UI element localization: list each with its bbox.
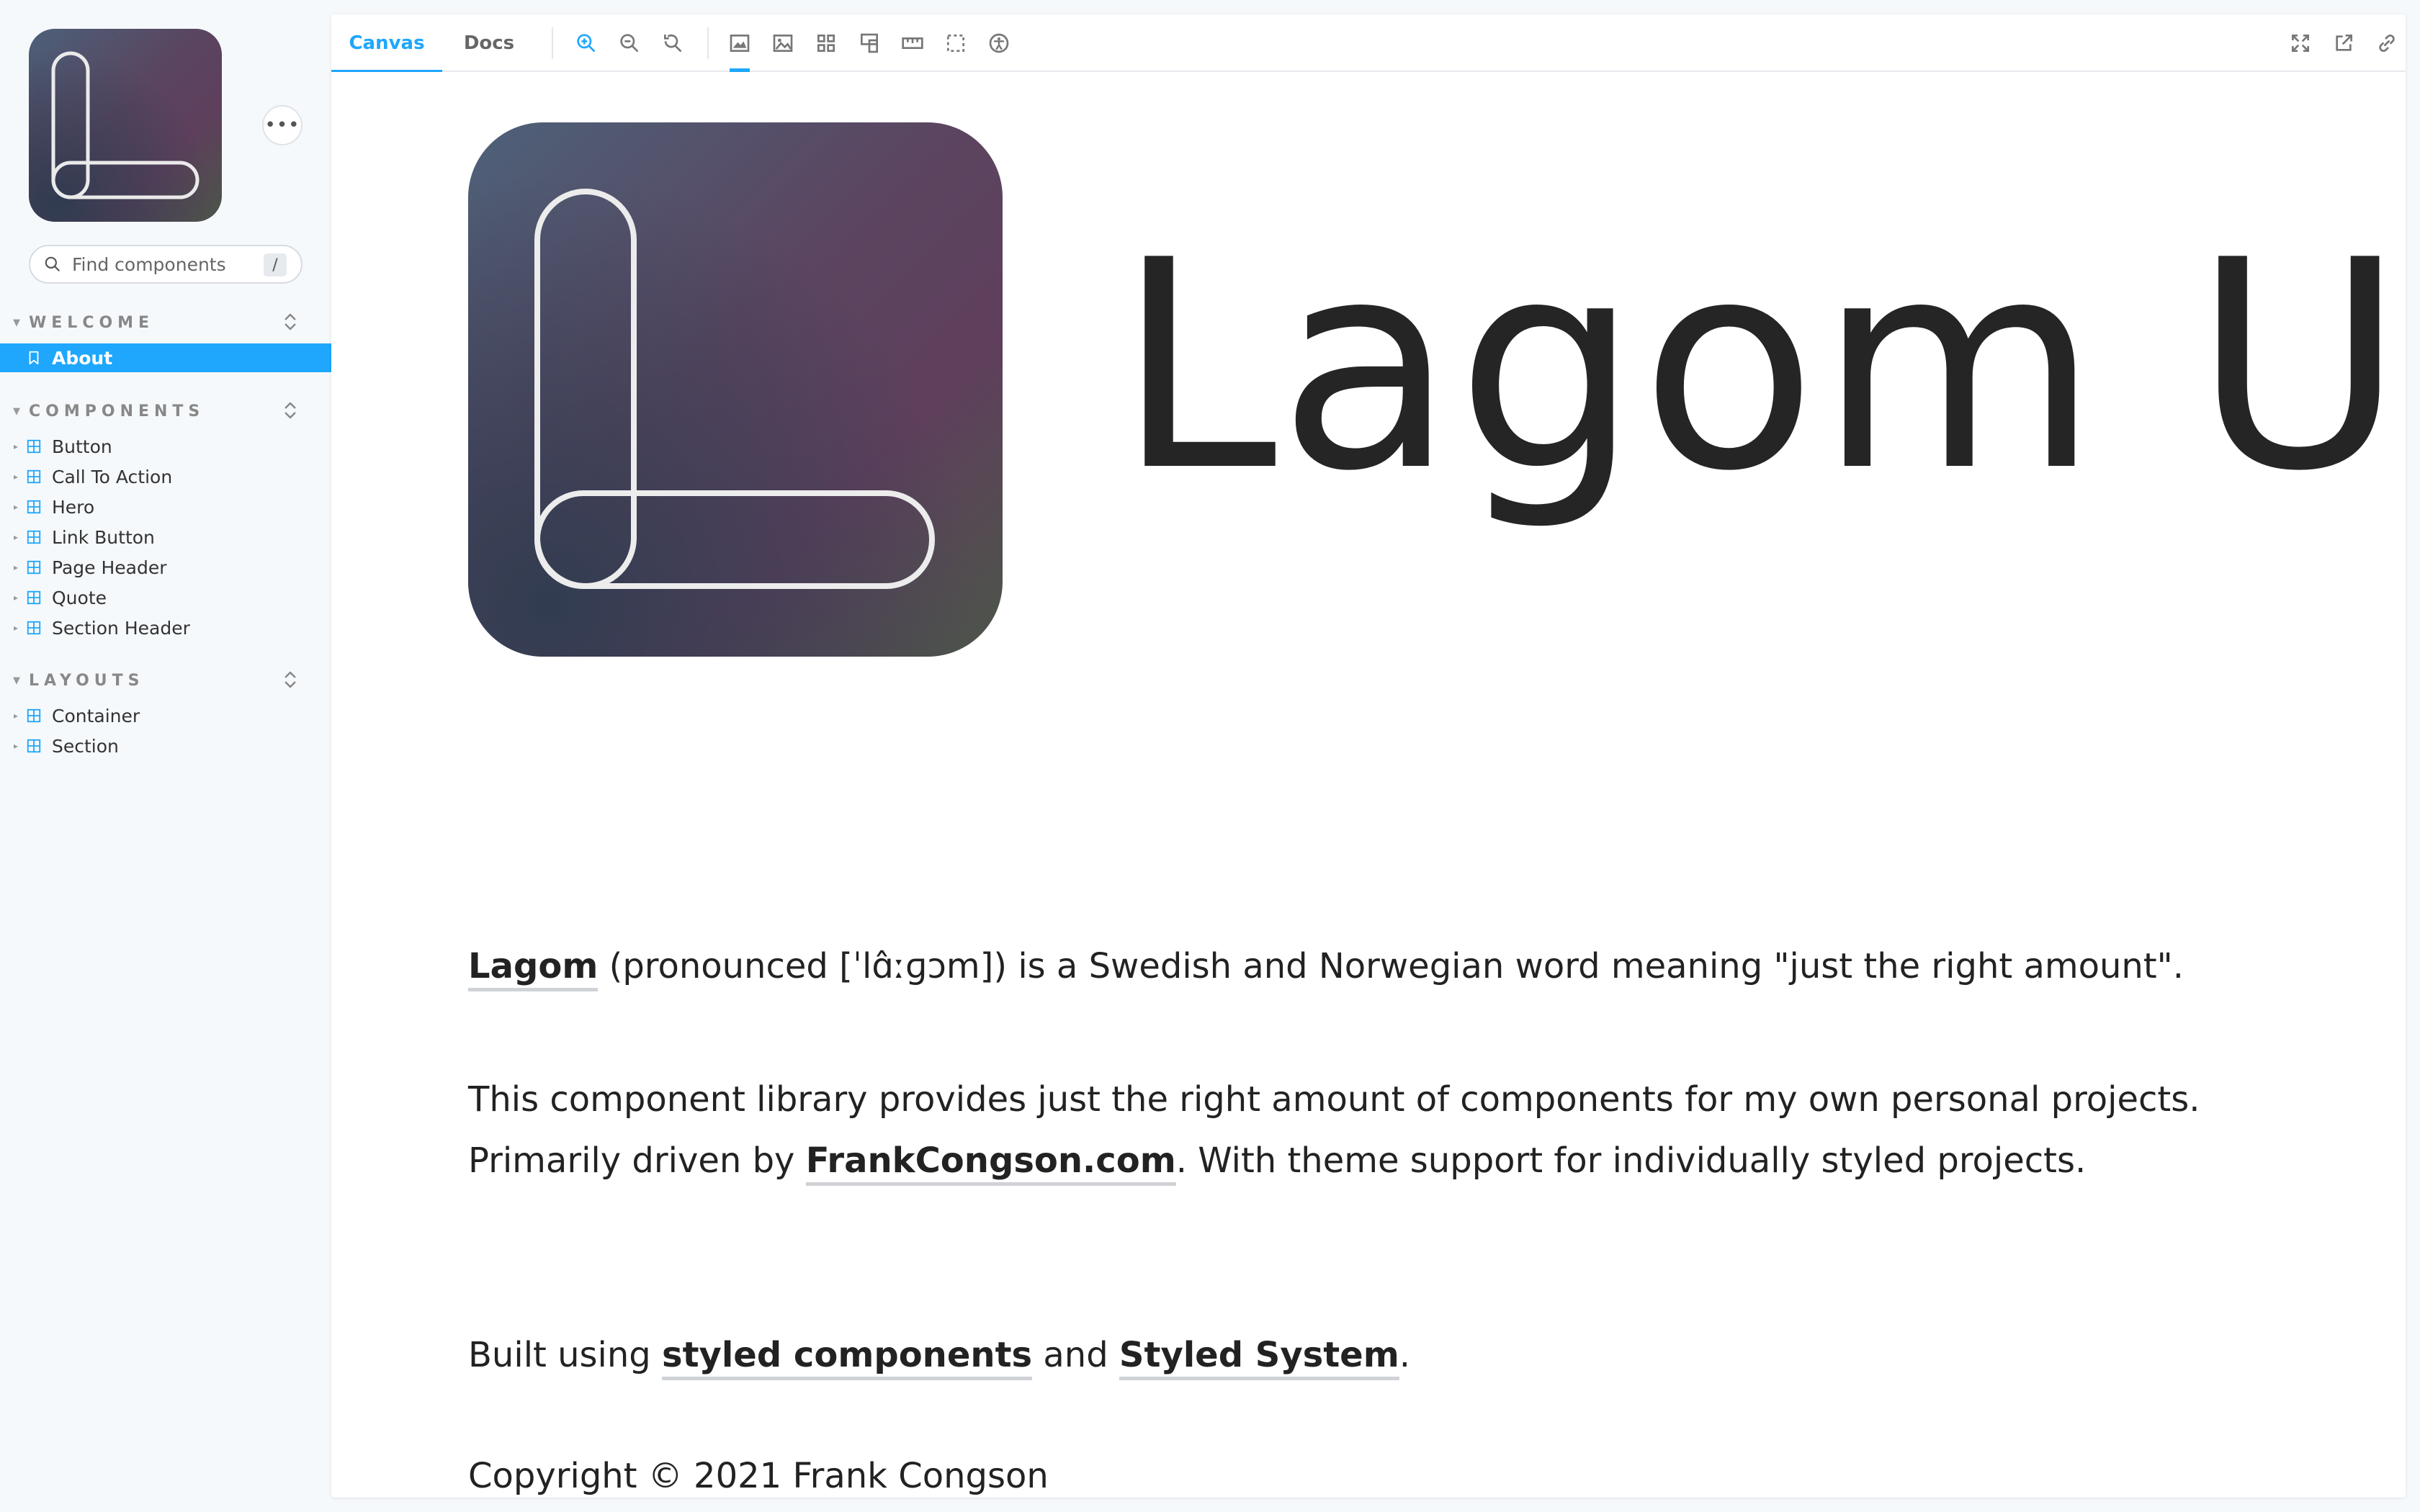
built-using-paragraph: Built using styled components and Styled…: [468, 1325, 2355, 1386]
intro-paragraph: Lagom (pronounced [ˈlɑ̂ːɡɔm]) is a Swedi…: [468, 936, 2355, 997]
sidebar-item-label: Section Header: [52, 617, 190, 639]
component-icon: [26, 499, 42, 515]
bookmark-icon: [26, 350, 42, 366]
lagom-term: Lagom: [468, 946, 599, 991]
outline-icon[interactable]: [941, 29, 970, 58]
sidebar-menu-button[interactable]: •••: [262, 105, 302, 145]
measure-icon[interactable]: [898, 29, 927, 58]
image-icon[interactable]: [768, 29, 797, 58]
sidebar-item-label: Page Header: [52, 557, 167, 578]
component-icon: [26, 590, 42, 606]
zoom-out-icon[interactable]: [615, 29, 644, 58]
reset-zoom-icon[interactable]: [658, 29, 687, 58]
preview-panel: Canvas Docs Lagom UI Lagom (pronounced […: [331, 14, 2406, 1498]
built-using-text: .: [1399, 1335, 1411, 1375]
lagom-logo-icon: [29, 29, 222, 222]
sidebar-item-label: Section: [52, 735, 119, 757]
sidebar-item-container[interactable]: ▸ Container: [0, 701, 331, 730]
caret-right-icon: ▸: [13, 593, 19, 603]
section-title: COMPONENTS: [29, 402, 205, 420]
lagom-logo-icon: [468, 122, 1003, 657]
zoom-in-icon[interactable]: [572, 29, 601, 58]
tab-label: Canvas: [349, 32, 425, 54]
search-icon: [45, 256, 60, 271]
caret-right-icon: ▸: [13, 472, 19, 482]
sidebar-item-hero[interactable]: ▸ Hero: [0, 492, 331, 521]
brand-logo[interactable]: [29, 29, 222, 222]
caret-right-icon: ▸: [13, 441, 19, 451]
caret-right-icon: ▸: [13, 711, 19, 721]
caret-down-icon: ▼: [13, 317, 20, 328]
caret-right-icon: ▸: [13, 562, 19, 572]
toolbar-divider: [707, 27, 709, 59]
caret-right-icon: ▸: [13, 502, 19, 512]
component-icon: [26, 559, 42, 575]
sidebar-item-label: Button: [52, 436, 112, 457]
caret-right-icon: ▸: [13, 532, 19, 542]
tab-docs[interactable]: Docs: [442, 14, 536, 72]
ellipsis-icon: •••: [264, 114, 300, 136]
caret-right-icon: ▸: [13, 623, 19, 633]
background-icon[interactable]: [725, 29, 754, 72]
search-field[interactable]: /: [29, 245, 302, 284]
sidebar-item-button[interactable]: ▸ Button: [0, 432, 331, 461]
frankcongson-link[interactable]: FrankCongson.com: [805, 1140, 1176, 1186]
tab-canvas[interactable]: Canvas: [331, 14, 442, 73]
sidebar-item-label: Link Button: [52, 526, 155, 548]
styled-components-link[interactable]: styled components: [662, 1335, 1033, 1380]
built-using-text: Built using: [468, 1335, 663, 1375]
intro-text: (pronounced [ˈlɑ̂ːɡɔm]) is a Swedish and…: [598, 946, 2184, 986]
section-header-welcome[interactable]: ▼ WELCOME: [13, 310, 301, 336]
component-icon: [26, 438, 42, 454]
caret-down-icon: ▼: [13, 675, 20, 686]
sidebar-item-label: Quote: [52, 587, 107, 608]
caret-right-icon: ▸: [13, 741, 19, 751]
sidebar-item-label: About: [52, 347, 113, 369]
grid-icon[interactable]: [812, 29, 841, 58]
expand-collapse-icon[interactable]: [279, 311, 301, 333]
component-icon: [26, 620, 42, 636]
fullscreen-icon[interactable]: [2286, 29, 2315, 58]
sidebar-item-section-header[interactable]: ▸ Section Header: [0, 613, 331, 642]
hero-title: Lagom UI: [1116, 199, 2406, 534]
hero-logo: [468, 122, 1003, 657]
sidebar-item-link-button[interactable]: ▸ Link Button: [0, 523, 331, 552]
tab-label: Docs: [463, 32, 515, 54]
sidebar-item-quote[interactable]: ▸ Quote: [0, 583, 331, 612]
caret-down-icon: ▼: [13, 405, 20, 417]
section-header-layouts[interactable]: ▼ LAYOUTS: [13, 667, 301, 693]
styled-system-link[interactable]: Styled System: [1119, 1335, 1399, 1380]
section-title: LAYOUTS: [29, 671, 145, 690]
description-paragraph: This component library provides just the…: [468, 1069, 2355, 1192]
sidebar-item-page-header[interactable]: ▸ Page Header: [0, 553, 331, 582]
sidebar-item-label: Hero: [52, 496, 95, 518]
sidebar: ••• / ▼ WELCOME About ▼ COMPONENTS ▸ But…: [0, 0, 331, 1512]
section-title: WELCOME: [29, 313, 155, 332]
component-icon: [26, 469, 42, 485]
component-icon: [26, 738, 42, 754]
description-text: . With theme support for individually st…: [1175, 1140, 2087, 1181]
viewport-icon[interactable]: [855, 29, 884, 58]
sidebar-item-about[interactable]: About: [0, 343, 331, 372]
component-icon: [26, 529, 42, 545]
copyright: Copyright © 2021 Frank Congson: [468, 1456, 1049, 1496]
toolbar: Canvas Docs: [331, 14, 2406, 73]
expand-collapse-icon[interactable]: [279, 669, 301, 690]
toolbar-divider: [552, 27, 553, 59]
sidebar-item-section[interactable]: ▸ Section: [0, 732, 331, 760]
copy-link-icon[interactable]: [2372, 29, 2401, 58]
built-using-text: and: [1032, 1335, 1119, 1375]
section-header-components[interactable]: ▼ COMPONENTS: [13, 398, 301, 424]
sidebar-item-label: Call To Action: [52, 466, 173, 487]
open-new-tab-icon[interactable]: [2329, 29, 2358, 58]
component-icon: [26, 708, 42, 724]
sidebar-item-call-to-action[interactable]: ▸ Call To Action: [0, 462, 331, 491]
search-input[interactable]: [72, 253, 266, 275]
accessibility-icon[interactable]: [985, 29, 1013, 58]
sidebar-item-label: Container: [52, 705, 140, 726]
search-shortcut-hint: /: [264, 253, 287, 276]
expand-collapse-icon[interactable]: [279, 400, 301, 421]
story-canvas: Lagom UI Lagom (pronounced [ˈlɑ̂ːɡɔm]) i…: [331, 72, 2406, 1498]
